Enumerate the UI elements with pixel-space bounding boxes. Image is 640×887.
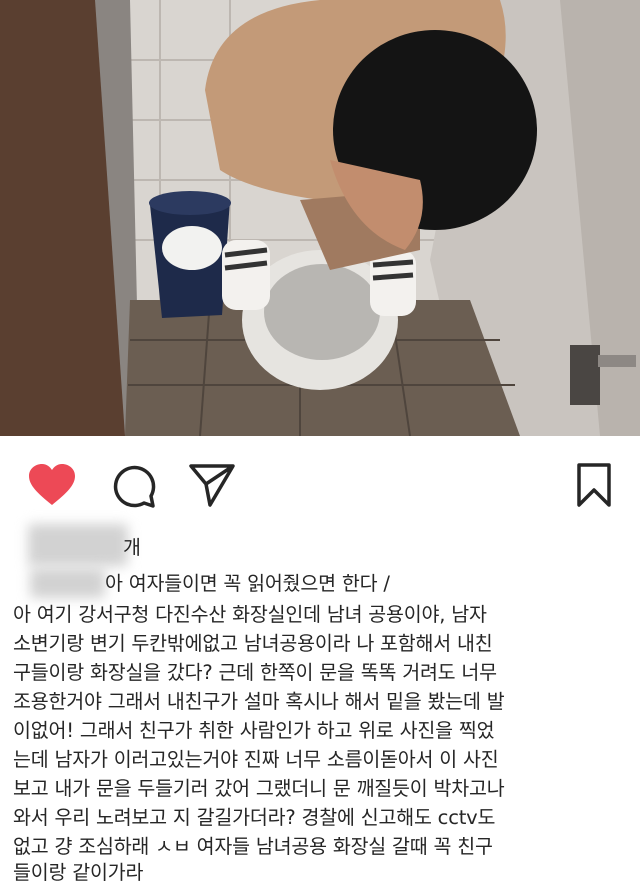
comment-icon: [113, 465, 156, 508]
caption-line: 이없어! 그래서 친구가 취한 사람인가 하고 위로 사진을 찍었: [13, 719, 495, 742]
caption-line: 없고 걍 조심하래 ㅅㅂ 여자들 남녀공용 화장실 갈때 꼭 친구: [13, 835, 493, 858]
caption-line: 구들이랑 화장실을 갔다? 근데 한쪽이 문을 똑똑 거려도 너무: [13, 661, 497, 684]
blurred-username-2: [30, 568, 105, 598]
like-button[interactable]: [26, 462, 78, 508]
caption-line: 는데 남자가 이러고있는거야 진짜 너무 소름이돋아서 이 사진: [13, 748, 499, 771]
save-button[interactable]: [568, 462, 620, 508]
caption-line: 와서 우리 노려보고 지 갈길가더라? 경찰에 신고해도 cctv도: [13, 806, 496, 829]
caption-line: 들이랑 같이가라: [13, 861, 144, 884]
blurred-username: [28, 524, 128, 566]
caption-line: 조용한거야 그래서 내친구가 설마 혹시나 해서 밑을 봤는데 발: [13, 690, 505, 713]
post-photo-illustration: [0, 0, 640, 436]
caption-first-line: 아 여자들이면 꼭 읽어줬으면 한다 /: [105, 572, 390, 595]
bookmark-icon: [577, 463, 611, 507]
heart-icon: [29, 464, 75, 505]
caption-line: 아 여기 강서구청 다진수산 화장실인데 남녀 공용이야, 남자: [13, 603, 487, 626]
caption-line: 소변기랑 변기 두칸밖에없고 남녀공용이라 나 포함해서 내친: [13, 632, 493, 655]
paper-plane-icon: [189, 464, 235, 507]
share-button[interactable]: [186, 462, 238, 508]
likes-count-suffix: 개: [123, 536, 141, 559]
comment-button[interactable]: [108, 462, 160, 508]
caption-line: 보고 내가 문을 두들기러 갔어 그랬더니 문 깨질듯이 박차고나: [13, 777, 505, 800]
post-photo[interactable]: [0, 0, 640, 436]
